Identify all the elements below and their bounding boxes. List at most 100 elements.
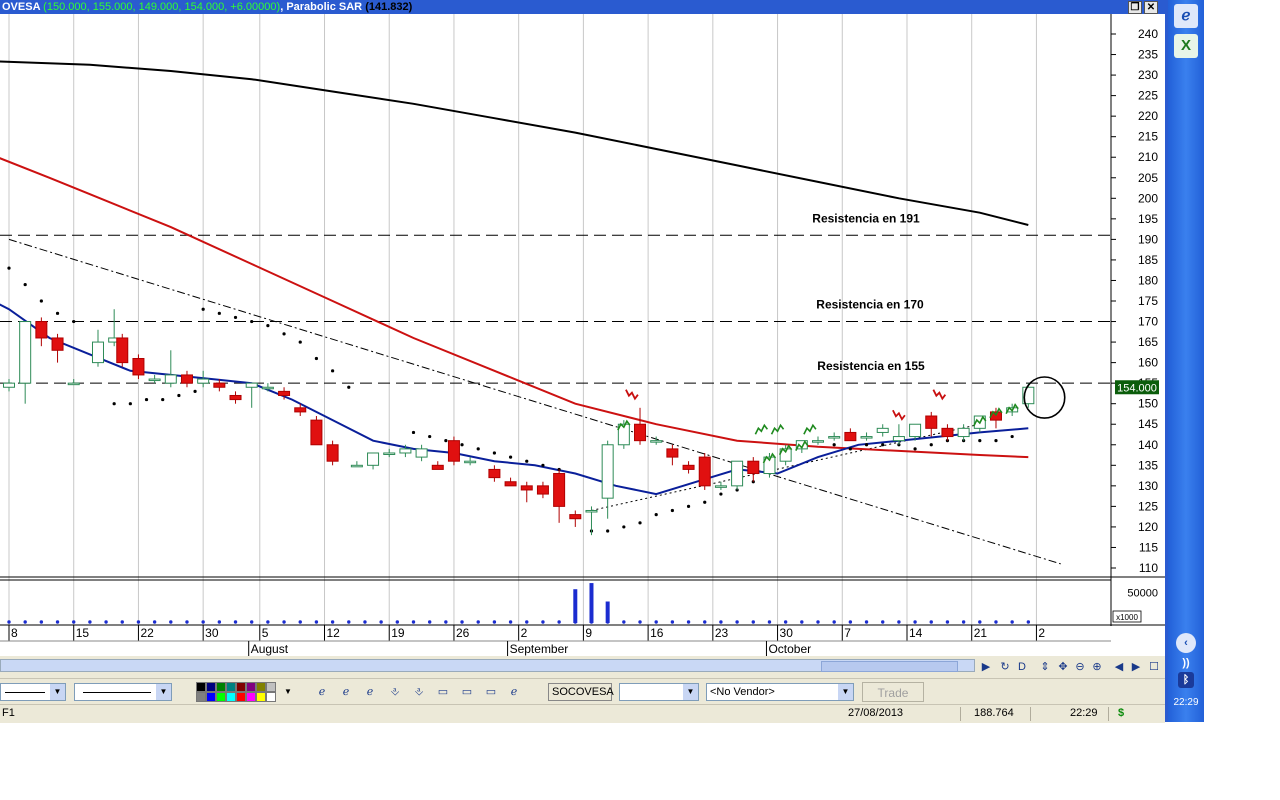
candle-body	[148, 378, 161, 382]
template-icon[interactable]: ⎀	[410, 683, 428, 701]
color-swatch[interactable]	[206, 692, 216, 702]
sar-dot	[541, 463, 545, 467]
sar-dot	[832, 443, 836, 447]
volume-dot	[800, 620, 804, 624]
fit-icon[interactable]: ☐	[1145, 658, 1163, 676]
vendor-select[interactable]: <No Vendor> ▼	[706, 683, 854, 701]
scrollbar-thumb[interactable]	[821, 661, 958, 672]
sar-dot	[638, 521, 642, 525]
y-tick-label: 135	[1138, 458, 1158, 472]
draw-tool-icon[interactable]: ℯ	[505, 683, 523, 701]
sar-dot	[347, 385, 351, 389]
restore-button[interactable]: ❐	[1128, 1, 1142, 14]
candle-body	[553, 473, 566, 507]
sar-dot	[23, 282, 27, 287]
color-swatch[interactable]	[226, 692, 236, 702]
x-tick-label: 2	[1038, 626, 1045, 640]
color-swatch[interactable]	[226, 682, 236, 692]
candle-body	[229, 394, 242, 401]
color-swatch[interactable]	[216, 692, 226, 702]
candle-body	[261, 386, 274, 390]
zoom-in-icon[interactable]: ⊕	[1088, 658, 1106, 676]
palette-dropdown-icon[interactable]: ▼	[279, 683, 297, 701]
chart-title-bar: OVESA (150.000, 155.000, 149.000, 154.00…	[0, 0, 1165, 14]
y-tick-label: 210	[1138, 150, 1158, 164]
color-swatch[interactable]	[206, 682, 216, 692]
color-swatch[interactable]	[236, 692, 246, 702]
color-swatch[interactable]	[246, 692, 256, 702]
volume-dot	[638, 620, 642, 624]
candle-body	[860, 436, 873, 439]
volume-dot	[427, 620, 432, 624]
color-swatch[interactable]	[256, 682, 266, 692]
color-swatch[interactable]	[196, 682, 206, 692]
volume-dot	[654, 620, 658, 624]
zoom-out-icon[interactable]: ⊖	[1071, 658, 1089, 676]
excel-icon[interactable]: X	[1174, 34, 1198, 58]
scroll-right-arrow-icon[interactable]: ▶	[977, 658, 995, 676]
sar-dot	[298, 340, 302, 344]
candle-body	[383, 452, 396, 455]
internet-explorer-icon[interactable]: ℯ	[1174, 4, 1198, 28]
color-swatch[interactable]	[216, 682, 226, 692]
bluetooth-icon[interactable]: ᛒ	[1178, 672, 1194, 688]
window-layout-icon[interactable]: ▭	[434, 683, 452, 701]
status-dollar: $	[1118, 707, 1125, 719]
y-tick-label: 205	[1138, 171, 1158, 185]
tray-arrow-icon[interactable]: ‹	[1176, 633, 1196, 653]
move-icon[interactable]: ✥	[1054, 658, 1072, 676]
x-tick-label: 21	[974, 626, 988, 640]
color-swatch[interactable]	[266, 692, 276, 702]
refresh-icon[interactable]: ↻	[996, 658, 1014, 676]
candle-body	[666, 448, 679, 458]
line-style-select[interactable]: ▼	[0, 683, 66, 701]
volume-dot	[347, 620, 351, 624]
window-layout-icon[interactable]: ▭	[482, 683, 500, 701]
volume-axis-label: 50000	[1127, 587, 1158, 599]
candle-body	[116, 337, 129, 364]
symbol-field[interactable]: SOCOVESA	[548, 683, 614, 701]
vertical-resize-icon[interactable]: ⇕	[1036, 658, 1054, 676]
volume-dot	[169, 620, 173, 624]
color-swatch[interactable]	[246, 682, 256, 692]
draw-tool-icon[interactable]: ℯ	[313, 683, 331, 701]
volume-dot	[217, 620, 222, 624]
x-tick-label: 14	[909, 626, 923, 640]
y-tick-label: 175	[1138, 294, 1158, 308]
volume-dot	[767, 620, 772, 624]
draw-tool-icon[interactable]: ℯ	[337, 683, 355, 701]
color-palette[interactable]	[196, 682, 280, 702]
draw-tool-icon[interactable]: ℯ	[361, 683, 379, 701]
line-width-select[interactable]: ▼	[74, 683, 172, 701]
next-bar-icon[interactable]: ▶	[1127, 658, 1145, 676]
color-swatch[interactable]	[236, 682, 246, 692]
window-layout-icon[interactable]: ▭	[458, 683, 476, 701]
sar-dot	[177, 393, 181, 398]
sar-dot	[622, 525, 626, 529]
y-tick-label: 225	[1138, 89, 1158, 103]
y-tick-label: 120	[1138, 520, 1158, 534]
daily-period-button[interactable]: D	[1013, 658, 1031, 676]
candle-body	[3, 382, 15, 388]
candle-body	[909, 423, 922, 438]
y-tick-label: 125	[1138, 499, 1158, 513]
template-icon[interactable]: ⎀	[386, 683, 404, 701]
horizontal-scrollbar[interactable]	[0, 659, 975, 672]
y-tick-label: 160	[1138, 356, 1158, 370]
candle-body	[367, 452, 380, 466]
sar-dot	[161, 397, 165, 402]
trade-button[interactable]: Trade	[862, 682, 924, 702]
title-sar-value: (141.832)	[365, 1, 413, 13]
color-swatch[interactable]	[266, 682, 276, 692]
candle-body	[844, 431, 857, 442]
color-swatch[interactable]	[256, 692, 266, 702]
previous-bar-icon[interactable]: ◀	[1110, 658, 1128, 676]
candle-body	[682, 464, 695, 470]
timeframe-select[interactable]: ▼	[619, 683, 699, 701]
sar-dot	[55, 311, 60, 315]
candle-body	[698, 456, 711, 487]
close-button[interactable]: ✕	[1144, 1, 1158, 14]
price-chart[interactable]: Resistencia en 191 Resistencia en 170 Resi…	[0, 14, 1165, 656]
color-swatch[interactable]	[196, 692, 206, 702]
network-icon[interactable]: ))	[1177, 655, 1195, 671]
